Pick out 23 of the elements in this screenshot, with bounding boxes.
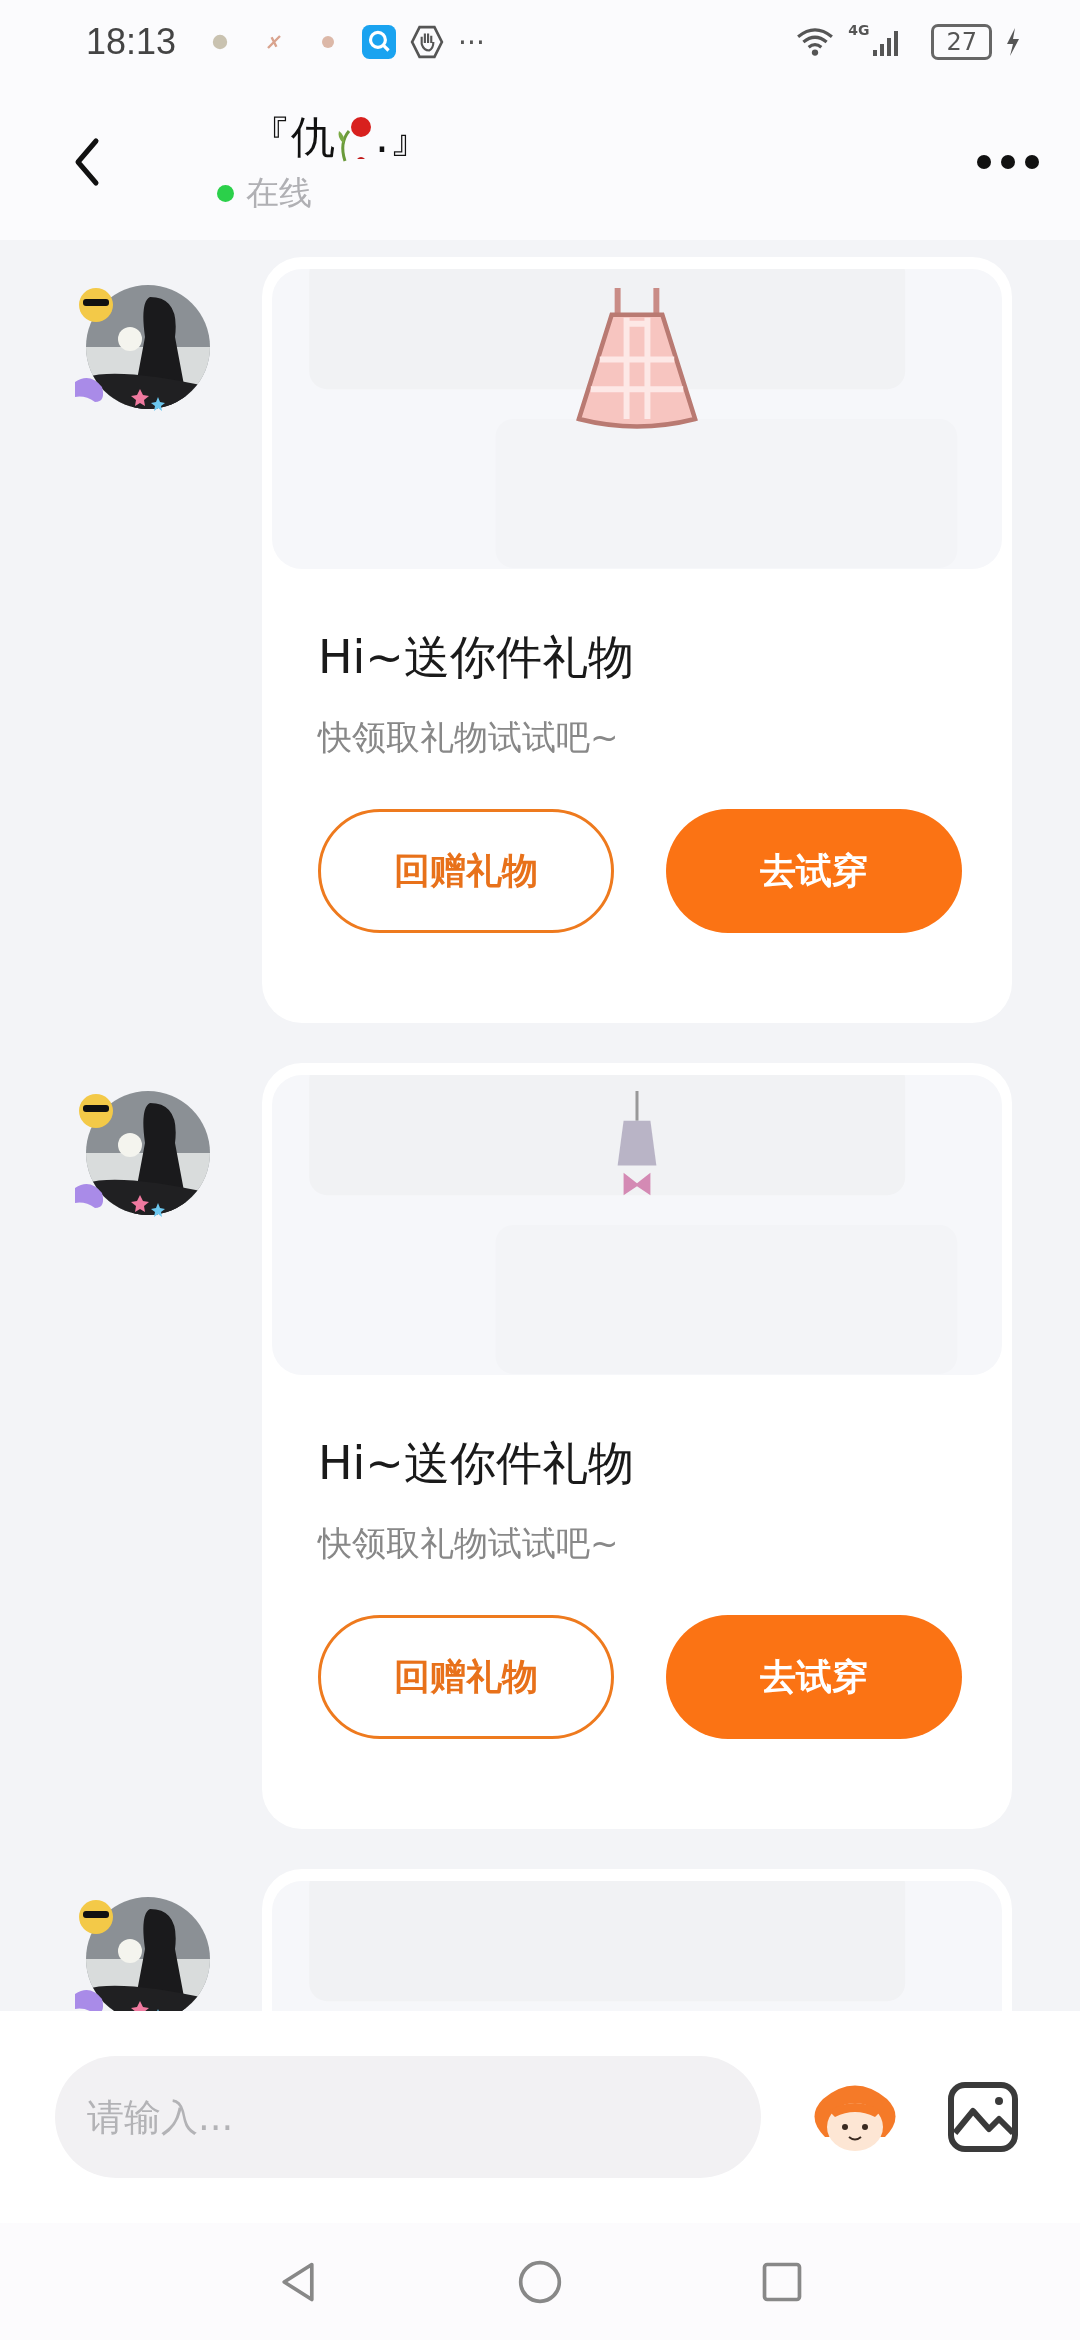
return-gift-button[interactable]: 回赠礼物 <box>318 1615 614 1739</box>
charging-icon <box>1006 28 1020 56</box>
network-type: 4G <box>848 22 870 38</box>
presence-status: 在线 <box>246 172 312 214</box>
clock-time: 18:13 <box>86 21 177 63</box>
more-icon[interactable] <box>976 154 1040 170</box>
home-nav-icon[interactable] <box>517 2258 563 2305</box>
contact-name-end: .』 <box>375 110 433 164</box>
message-input[interactable]: 请输入... <box>55 2056 761 2178</box>
wifi-icon <box>796 27 835 57</box>
gift-title: Hi~送你件礼物 <box>318 629 635 686</box>
return-gift-button[interactable]: 回赠礼物 <box>318 809 614 933</box>
search-icon <box>362 25 397 59</box>
gift-title: Hi~送你件礼物 <box>318 1435 635 1492</box>
gift-subtitle: 快领取礼物试试吧~ <box>318 716 620 759</box>
more-notifications: ··· <box>458 25 485 59</box>
contact-name: 『仇 <box>247 110 335 164</box>
try-on-button[interactable]: 去试穿 <box>666 809 962 933</box>
image-icon[interactable] <box>947 2081 1019 2153</box>
try-on-button[interactable]: 去试穿 <box>666 1615 962 1739</box>
battery-level: 27 <box>931 24 992 60</box>
gift-subtitle: 快领取礼物试试吧~ <box>318 1522 620 1565</box>
hand-icon <box>410 25 445 59</box>
